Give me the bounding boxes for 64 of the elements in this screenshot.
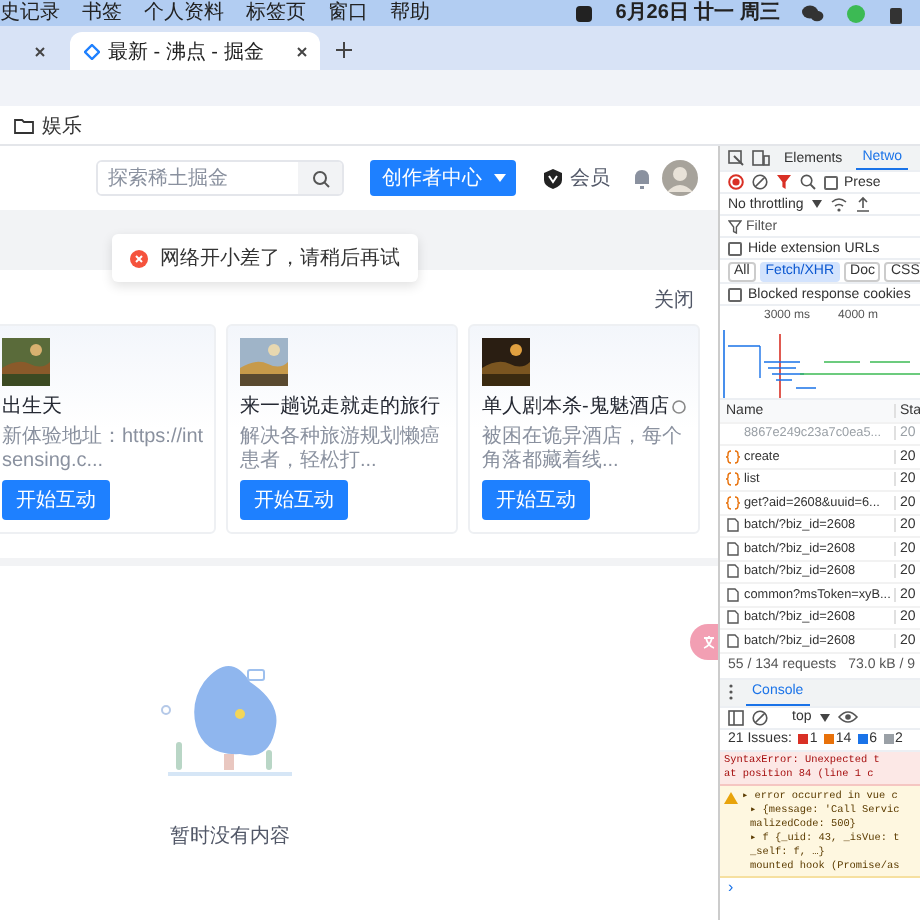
app-icon[interactable] <box>573 3 594 23</box>
translate-icon <box>702 633 718 651</box>
vip-icon[interactable] <box>542 167 564 189</box>
checkbox[interactable] <box>824 175 838 189</box>
creator-button[interactable]: 创作者中心 <box>370 160 516 196</box>
search-icon <box>311 169 329 187</box>
folder-icon[interactable] <box>14 117 34 133</box>
inspect-icon[interactable] <box>728 150 744 166</box>
caret-icon[interactable] <box>811 200 822 208</box>
card-title: 出生天 <box>2 393 62 420</box>
empty-message: 暂时没有内容 <box>170 823 290 850</box>
wifi-icon[interactable] <box>829 196 848 212</box>
menu-item[interactable]: 标签页 <box>246 0 306 26</box>
card-description: 新体验地址：https://intsensing.c... <box>2 426 204 474</box>
search-field[interactable]: 探索稀土掘金 <box>96 160 344 196</box>
card-description: 被困在诡异酒店，每个角落都藏着线... <box>482 426 684 474</box>
start-button[interactable]: 开始互动 <box>2 480 110 520</box>
record-icon[interactable] <box>728 174 744 190</box>
menu-item[interactable]: 书签 <box>82 0 122 26</box>
sidebar-icon[interactable] <box>728 709 744 725</box>
app-icon[interactable] <box>888 3 904 23</box>
search-button[interactable] <box>298 162 342 194</box>
card[interactable]: 单人剧本杀-鬼魅酒店 被困在诡异酒店，每个角落都藏着线... 开始互动 <box>468 324 700 534</box>
upload-icon[interactable] <box>855 196 870 212</box>
chat-icon[interactable] <box>802 4 824 22</box>
caret-icon <box>494 174 506 182</box>
menu-item[interactable]: 史记录 <box>0 0 60 26</box>
vip-link[interactable]: 会员 <box>570 164 610 192</box>
caret-icon[interactable] <box>819 713 830 721</box>
fetch-icon <box>726 495 740 510</box>
filter-icon <box>728 219 742 233</box>
close-icon[interactable] <box>34 45 46 57</box>
new-tab-icon[interactable] <box>336 42 352 58</box>
card-description: 解决各种旅游规划懒癌患者，轻松打... <box>240 426 442 474</box>
clock: 6月26日 廿一 周三 <box>615 0 780 26</box>
eye-icon[interactable] <box>837 710 858 724</box>
bookmark[interactable]: 娱乐 <box>42 111 82 139</box>
checkbox[interactable] <box>728 287 742 301</box>
card-title: 单人剧本杀-鬼魅酒店 <box>482 393 669 420</box>
menu-item[interactable]: 帮助 <box>390 0 430 26</box>
card-title: 来一趟说走就走的旅行 <box>240 393 440 420</box>
fetch-icon <box>726 472 740 487</box>
menu-item[interactable]: 窗口 <box>328 0 368 26</box>
search-icon[interactable] <box>800 174 816 190</box>
menu-item[interactable]: 个人资料 <box>144 0 224 26</box>
start-button[interactable]: 开始互动 <box>240 480 348 520</box>
console-prompt[interactable]: › <box>728 877 734 895</box>
more-icon[interactable] <box>728 684 734 700</box>
clear-icon[interactable] <box>752 709 768 725</box>
start-button[interactable]: 开始互动 <box>482 480 590 520</box>
close-link[interactable]: 关闭 <box>654 286 694 318</box>
card[interactable]: 出生天 新体验地址：https://intsensing.c... 开始互动 <box>0 324 216 534</box>
card[interactable]: 来一趟说走就走的旅行 解决各种旅游规划懒癌患者，轻松打... 开始互动 <box>226 324 458 534</box>
browser-tab[interactable]: 最新 - 沸点 - 掘金 <box>70 32 320 70</box>
clear-icon[interactable] <box>752 174 768 190</box>
device-icon[interactable] <box>752 150 770 166</box>
toast: 网络开小差了，请稍后再试 <box>112 234 418 282</box>
close-icon[interactable] <box>296 45 308 57</box>
bell-icon[interactable] <box>632 167 652 189</box>
checkbox[interactable] <box>728 241 742 255</box>
diamond-icon <box>84 43 100 59</box>
fetch-icon <box>726 449 740 464</box>
error-icon <box>130 249 148 267</box>
warning-icon <box>724 791 738 803</box>
